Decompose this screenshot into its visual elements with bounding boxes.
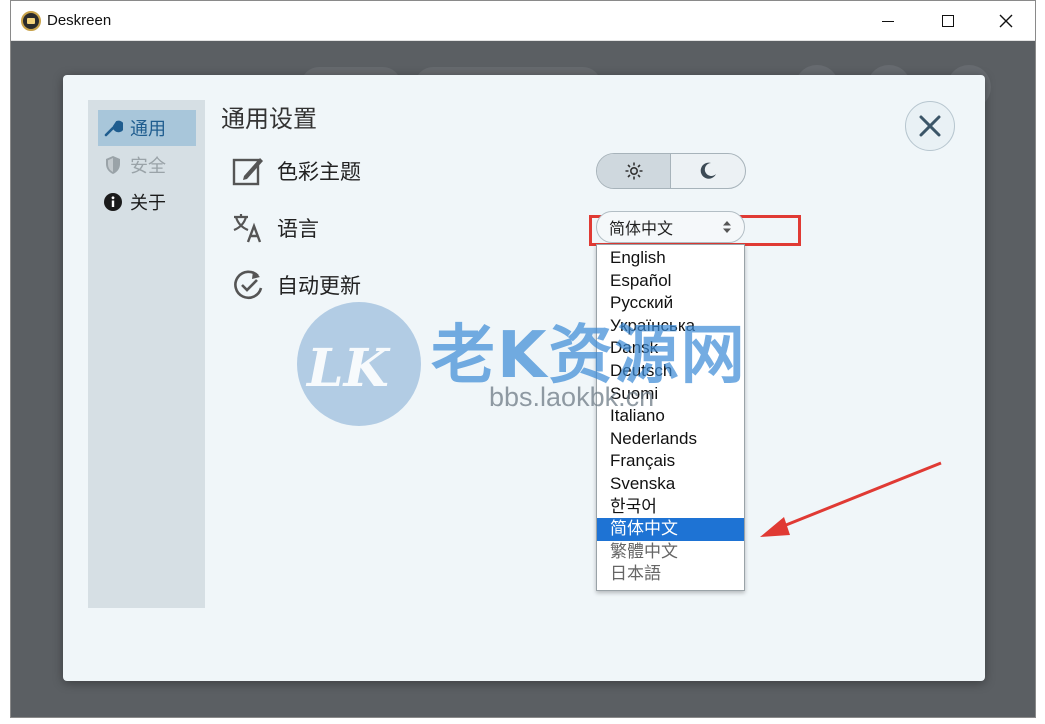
translate-icon bbox=[233, 214, 262, 243]
language-option[interactable]: Dansk bbox=[597, 337, 744, 360]
setting-label-language: 语言 bbox=[277, 217, 319, 241]
sidebar-item-label: 安全 bbox=[130, 156, 166, 177]
theme-dark-button[interactable] bbox=[671, 154, 745, 188]
language-option[interactable]: Español bbox=[597, 270, 744, 293]
sidebar-item-security[interactable]: 安全 bbox=[98, 147, 196, 183]
shield-icon bbox=[102, 154, 124, 176]
dialog-close-button[interactable] bbox=[905, 101, 955, 151]
wrench-icon bbox=[102, 117, 124, 139]
language-option[interactable]: English bbox=[597, 247, 744, 270]
sidebar-item-label: 关于 bbox=[130, 193, 166, 214]
close-icon bbox=[999, 14, 1013, 28]
sidebar-item-general[interactable]: 通用 bbox=[98, 110, 196, 146]
sun-icon bbox=[625, 162, 642, 180]
language-option[interactable]: Svenska bbox=[597, 473, 744, 496]
dialog-title: 通用设置 bbox=[221, 105, 317, 133]
language-select[interactable]: 简体中文 bbox=[596, 211, 745, 243]
language-option[interactable]: 繁體中文 bbox=[597, 541, 744, 564]
maximize-button[interactable] bbox=[919, 1, 977, 41]
sidebar-item-about[interactable]: 关于 bbox=[98, 184, 196, 220]
language-option[interactable]: 한국어 bbox=[597, 496, 744, 519]
select-arrows-icon bbox=[723, 221, 731, 233]
theme-light-button[interactable] bbox=[597, 154, 671, 188]
refresh-check-icon bbox=[234, 270, 263, 300]
language-option[interactable]: Français bbox=[597, 450, 744, 473]
close-icon bbox=[919, 115, 941, 137]
sidebar-item-label: 通用 bbox=[130, 119, 166, 140]
language-option[interactable]: 日本語 bbox=[597, 563, 744, 586]
language-option[interactable]: Suomi bbox=[597, 383, 744, 406]
setting-row-update: 自动更新 bbox=[231, 265, 361, 305]
setting-label-theme: 色彩主题 bbox=[277, 160, 361, 184]
settings-dialog: 通用 安全 关于 通用设置 色彩主题 语言 自动更新 简体中文 English … bbox=[63, 75, 985, 681]
setting-row-language: 语言 bbox=[231, 208, 319, 248]
window-title: Deskreen bbox=[47, 12, 112, 29]
app-logo-icon bbox=[21, 11, 41, 31]
language-option-selected[interactable]: 简体中文 bbox=[597, 518, 744, 541]
title-bar: Deskreen bbox=[11, 1, 1035, 41]
language-option[interactable]: Italiano bbox=[597, 405, 744, 428]
language-select-value: 简体中文 bbox=[609, 219, 674, 238]
language-dropdown-list: English Español Русский Українська Dansk… bbox=[596, 244, 745, 591]
minimize-icon bbox=[882, 20, 894, 22]
edit-icon bbox=[232, 158, 263, 186]
moon-icon bbox=[700, 162, 716, 179]
app-window: Deskreen 通用 安全 关于 通用设置 色彩主题 语言 自动更新 简体中文… bbox=[10, 0, 1036, 718]
setting-label-update: 自动更新 bbox=[277, 274, 361, 298]
language-option[interactable]: Русский bbox=[597, 292, 744, 315]
language-option[interactable]: Nederlands bbox=[597, 428, 744, 451]
language-option[interactable]: Deutsch bbox=[597, 360, 744, 383]
info-icon bbox=[102, 191, 124, 213]
language-option[interactable]: Українська bbox=[597, 315, 744, 338]
settings-sidebar: 通用 安全 关于 bbox=[88, 100, 205, 608]
annotation-arrow bbox=[760, 461, 942, 537]
minimize-button[interactable] bbox=[859, 1, 917, 41]
theme-toggle bbox=[596, 153, 746, 189]
maximize-icon bbox=[942, 15, 954, 27]
setting-row-theme: 色彩主题 bbox=[231, 151, 361, 191]
window-close-button[interactable] bbox=[977, 1, 1035, 41]
